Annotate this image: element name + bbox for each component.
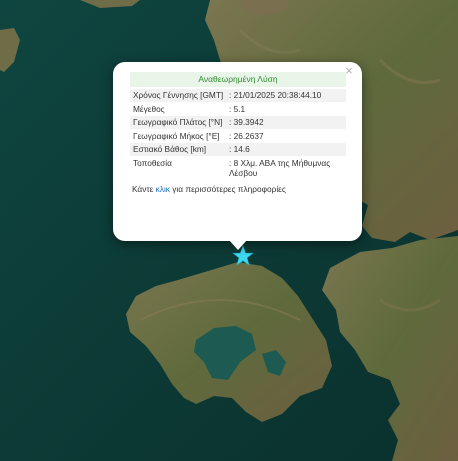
origin-time-value: : 21/01/2025 20:38:44.10 [227, 89, 346, 102]
location-label: Τοποθεσία [133, 157, 172, 168]
magnitude-label: Μέγεθος [133, 103, 165, 114]
magnitude-value: : 5.1 [229, 103, 246, 114]
depth-value: : 14.6 [227, 143, 346, 156]
latitude-value: : 39.3942 [227, 116, 346, 129]
location-value: : 8 Χλμ. ΑΒΑ της Μήθυμνας Λέσβου [229, 157, 331, 179]
more-info-suffix: για περισσότερες πληροφορίες [169, 183, 286, 194]
table-row: Γεωγραφικό Πλάτος [°N] : 39.3942 [130, 116, 346, 129]
longitude-label: Γεωγραφικό Μήκος [°E] [133, 130, 220, 141]
table-row: Χρόνος Γέννησης [GMT] : 21/01/2025 20:38… [130, 89, 346, 102]
more-info-prefix: Κάντε [132, 183, 156, 194]
more-info-link[interactable]: κλικ [156, 184, 170, 194]
table-row: Γεωγραφικό Μήκος [°E] : 26.2637 [130, 130, 346, 143]
longitude-value: : 26.2637 [229, 130, 264, 141]
earthquake-details-table: Χρόνος Γέννησης [GMT] : 21/01/2025 20:38… [130, 88, 346, 181]
popup-title: Αναθεωρημένη Λύση [130, 72, 346, 87]
earthquake-info-popup: × Αναθεωρημένη Λύση Χρόνος Γέννησης [GMT… [113, 62, 362, 241]
table-row: Τοποθεσία : 8 Χλμ. ΑΒΑ της Μήθυμνας Λέσβ… [130, 157, 346, 180]
more-info-text: Κάντε κλικ για περισσότερες πληροφορίες [130, 184, 346, 194]
popup-content: Αναθεωρημένη Λύση Χρόνος Γέννησης [GMT] … [130, 72, 346, 194]
table-row: Μέγεθος : 5.1 [130, 103, 346, 116]
satellite-map[interactable]: × Αναθεωρημένη Λύση Χρόνος Γέννησης [GMT… [0, 0, 458, 461]
table-row: Εστιακό Βάθος [km] : 14.6 [130, 143, 346, 156]
latitude-label: Γεωγραφικό Πλάτος [°N] [130, 116, 227, 129]
popup-pointer [229, 240, 247, 250]
depth-label: Εστιακό Βάθος [km] [130, 143, 227, 156]
origin-time-label: Χρόνος Γέννησης [GMT] [130, 89, 227, 102]
